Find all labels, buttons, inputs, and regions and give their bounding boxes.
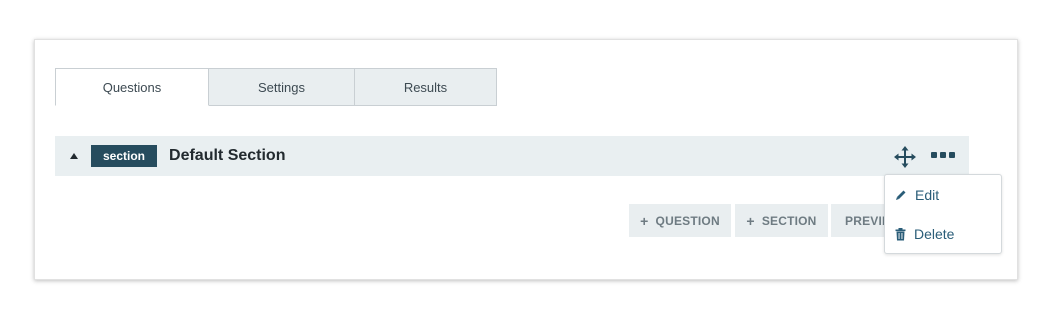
- more-dots-icon[interactable]: [931, 152, 955, 160]
- add-question-button[interactable]: + QUESTION: [629, 204, 731, 237]
- tab-results[interactable]: Results: [355, 68, 497, 106]
- section-badge: section: [91, 145, 158, 167]
- pencil-icon: [896, 190, 906, 200]
- menu-item-delete-label: Delete: [914, 226, 955, 242]
- section-title: Default Section: [169, 147, 286, 164]
- add-question-label: QUESTION: [655, 213, 720, 228]
- move-arrows-icon[interactable]: [894, 146, 916, 168]
- section-actions-menu: Edit Delete: [884, 174, 1002, 254]
- menu-item-edit[interactable]: Edit: [895, 184, 939, 206]
- add-section-button[interactable]: + SECTION: [735, 204, 828, 237]
- plus-icon: +: [746, 212, 755, 229]
- menu-item-delete[interactable]: Delete: [895, 223, 954, 245]
- tab-settings[interactable]: Settings: [209, 68, 355, 106]
- caret-up-icon[interactable]: [69, 151, 79, 161]
- tab-bar: Questions Settings Results: [55, 68, 497, 106]
- tab-questions[interactable]: Questions: [55, 68, 209, 106]
- menu-item-edit-label: Edit: [915, 187, 940, 203]
- add-section-label: SECTION: [761, 213, 817, 228]
- survey-card: Questions Settings Results section Defau…: [34, 39, 1018, 280]
- section-header: section Default Section: [55, 136, 969, 176]
- trash-icon: [895, 227, 906, 240]
- plus-icon: +: [640, 212, 649, 229]
